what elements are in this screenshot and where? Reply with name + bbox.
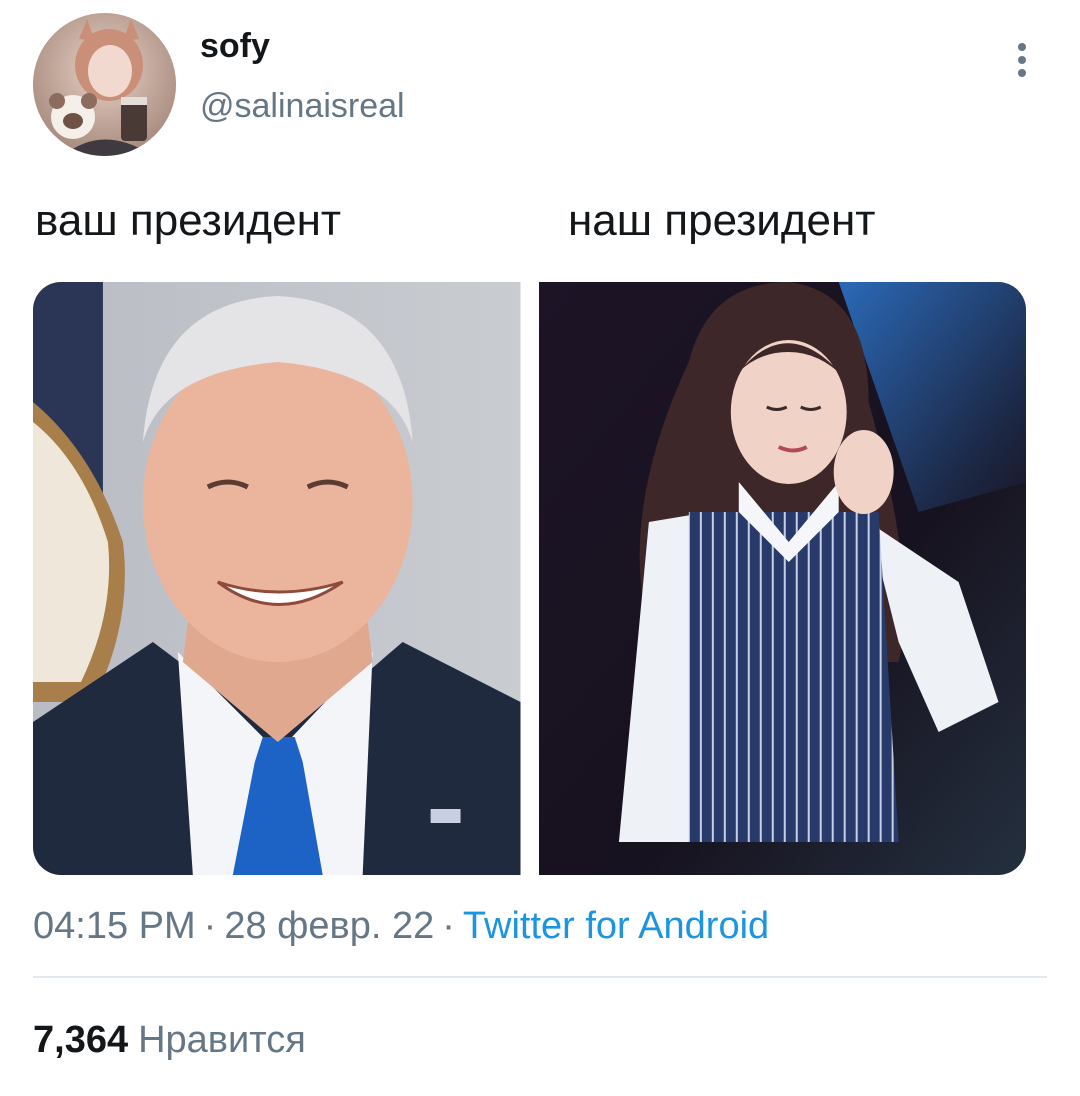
photo-left-image xyxy=(33,282,521,875)
tweet-time: 04:15 PM xyxy=(33,905,196,947)
media-photo-right[interactable] xyxy=(538,282,1026,875)
meta-separator: · xyxy=(203,905,217,947)
tweet-text-left: ваш президент xyxy=(35,196,342,245)
tweet-meta: 04:15 PM · 28 февр. 22 · Twitter for Android xyxy=(33,903,769,949)
display-name[interactable]: sofy xyxy=(200,26,270,66)
tweet-source-link[interactable]: Twitter for Android xyxy=(463,905,769,947)
media-photo-left[interactable] xyxy=(33,282,521,875)
avatar[interactable] xyxy=(33,13,176,156)
avatar-image xyxy=(33,13,176,156)
meta-separator-2: · xyxy=(442,905,455,947)
tweet-media xyxy=(33,282,1026,875)
user-handle[interactable]: @salinaisreal xyxy=(200,86,405,126)
likes-label: Нравится xyxy=(138,1019,306,1061)
likes-stat[interactable]: 7,364 Нравится xyxy=(33,1017,306,1063)
divider xyxy=(33,976,1047,978)
tweet-text-right: наш президент xyxy=(568,196,876,245)
more-vertical-icon-dot xyxy=(1018,69,1026,77)
photo-right-image xyxy=(538,282,1026,875)
more-vertical-icon xyxy=(1018,43,1026,51)
more-vertical-icon-dot xyxy=(1018,56,1026,64)
likes-count: 7,364 xyxy=(33,1019,129,1061)
more-options-button[interactable] xyxy=(1000,38,1044,82)
tweet-date: 28 февр. 22 xyxy=(224,905,435,947)
